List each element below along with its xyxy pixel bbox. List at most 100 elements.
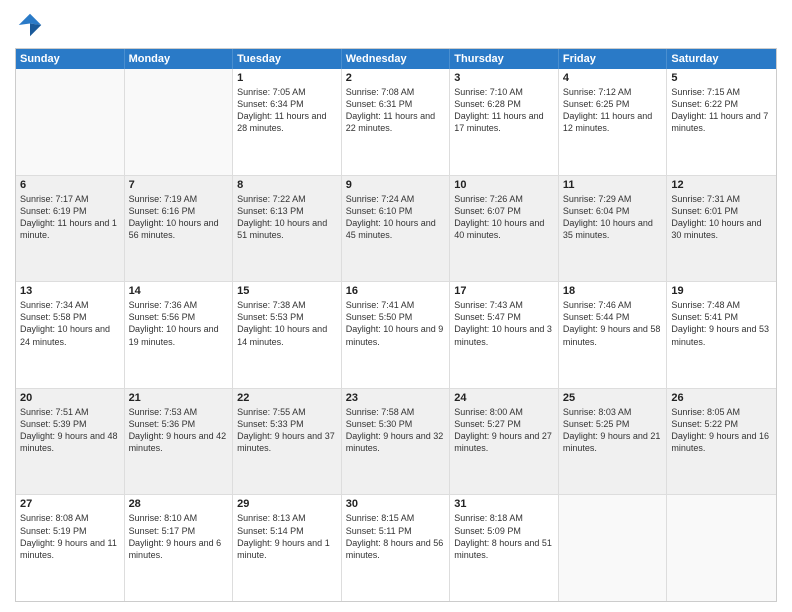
cell-info: Sunrise: 7:19 AMSunset: 6:16 PMDaylight:… <box>129 193 229 242</box>
day-number: 23 <box>346 392 446 404</box>
day-number: 7 <box>129 179 229 191</box>
cell-info: Sunrise: 7:36 AMSunset: 5:56 PMDaylight:… <box>129 299 229 348</box>
day-cell-15: 15 Sunrise: 7:38 AMSunset: 5:53 PMDayligh… <box>233 282 342 388</box>
day-cell-20: 20 Sunrise: 7:51 AMSunset: 5:39 PMDayligh… <box>16 389 125 495</box>
calendar-row-3: 20 Sunrise: 7:51 AMSunset: 5:39 PMDayligh… <box>16 388 776 495</box>
day-number: 27 <box>20 498 120 510</box>
weekday-header-friday: Friday <box>559 49 668 69</box>
calendar-row-1: 6 Sunrise: 7:17 AMSunset: 6:19 PMDaylight… <box>16 175 776 282</box>
cell-info: Sunrise: 7:29 AMSunset: 6:04 PMDaylight:… <box>563 193 663 242</box>
logo-icon <box>15 10 45 40</box>
day-cell-11: 11 Sunrise: 7:29 AMSunset: 6:04 PMDayligh… <box>559 176 668 282</box>
calendar: SundayMondayTuesdayWednesdayThursdayFrid… <box>15 48 777 602</box>
day-cell-30: 30Sunrise: 8:15 AMSunset: 5:11 PMDayligh… <box>342 495 451 601</box>
day-cell-7: 7 Sunrise: 7:19 AMSunset: 6:16 PMDaylight… <box>125 176 234 282</box>
cell-info: Sunrise: 7:41 AMSunset: 5:50 PMDaylight:… <box>346 299 446 348</box>
cell-info: Sunrise: 7:05 AMSunset: 6:34 PMDaylight:… <box>237 86 337 135</box>
day-cell-29: 29Sunrise: 8:13 AMSunset: 5:14 PMDayligh… <box>233 495 342 601</box>
weekday-header-sunday: Sunday <box>16 49 125 69</box>
day-cell-16: 16 Sunrise: 7:41 AMSunset: 5:50 PMDayligh… <box>342 282 451 388</box>
day-cell-12: 12 Sunrise: 7:31 AMSunset: 6:01 PMDayligh… <box>667 176 776 282</box>
page: SundayMondayTuesdayWednesdayThursdayFrid… <box>0 0 792 612</box>
empty-cell <box>125 69 234 175</box>
cell-info: Sunrise: 7:17 AMSunset: 6:19 PMDaylight:… <box>20 193 120 242</box>
cell-info: Sunrise: 7:22 AMSunset: 6:13 PMDaylight:… <box>237 193 337 242</box>
weekday-header-saturday: Saturday <box>667 49 776 69</box>
empty-cell <box>16 69 125 175</box>
calendar-row-0: 1 Sunrise: 7:05 AMSunset: 6:34 PMDaylight… <box>16 69 776 175</box>
day-number: 4 <box>563 72 663 84</box>
day-cell-5: 5 Sunrise: 7:15 AMSunset: 6:22 PMDaylight… <box>667 69 776 175</box>
cell-info: Sunrise: 8:05 AMSunset: 5:22 PMDaylight:… <box>671 406 772 455</box>
day-number: 17 <box>454 285 554 297</box>
day-number: 1 <box>237 72 337 84</box>
cell-info: Sunrise: 7:43 AMSunset: 5:47 PMDaylight:… <box>454 299 554 348</box>
day-number: 29 <box>237 498 337 510</box>
day-number: 18 <box>563 285 663 297</box>
cell-info: Sunrise: 7:31 AMSunset: 6:01 PMDaylight:… <box>671 193 772 242</box>
cell-info: Sunrise: 7:48 AMSunset: 5:41 PMDaylight:… <box>671 299 772 348</box>
cell-info: Sunrise: 7:34 AMSunset: 5:58 PMDaylight:… <box>20 299 120 348</box>
calendar-header: SundayMondayTuesdayWednesdayThursdayFrid… <box>16 49 776 69</box>
day-cell-21: 21Sunrise: 7:53 AMSunset: 5:36 PMDayligh… <box>125 389 234 495</box>
day-cell-27: 27 Sunrise: 8:08 AMSunset: 5:19 PMDayligh… <box>16 495 125 601</box>
day-number: 31 <box>454 498 554 510</box>
cell-info: Sunrise: 7:24 AMSunset: 6:10 PMDaylight:… <box>346 193 446 242</box>
day-cell-13: 13Sunrise: 7:34 AMSunset: 5:58 PMDayligh… <box>16 282 125 388</box>
day-cell-10: 10Sunrise: 7:26 AMSunset: 6:07 PMDayligh… <box>450 176 559 282</box>
day-number: 5 <box>671 72 772 84</box>
day-number: 20 <box>20 392 120 404</box>
empty-cell <box>559 495 668 601</box>
day-cell-19: 19 Sunrise: 7:48 AMSunset: 5:41 PMDayligh… <box>667 282 776 388</box>
cell-info: Sunrise: 7:12 AMSunset: 6:25 PMDaylight:… <box>563 86 663 135</box>
day-cell-24: 24Sunrise: 8:00 AMSunset: 5:27 PMDayligh… <box>450 389 559 495</box>
calendar-row-2: 13Sunrise: 7:34 AMSunset: 5:58 PMDayligh… <box>16 281 776 388</box>
day-number: 25 <box>563 392 663 404</box>
day-number: 19 <box>671 285 772 297</box>
cell-info: Sunrise: 7:38 AMSunset: 5:53 PMDaylight:… <box>237 299 337 348</box>
day-number: 28 <box>129 498 229 510</box>
cell-info: Sunrise: 7:46 AMSunset: 5:44 PMDaylight:… <box>563 299 663 348</box>
day-cell-6: 6 Sunrise: 7:17 AMSunset: 6:19 PMDaylight… <box>16 176 125 282</box>
day-number: 30 <box>346 498 446 510</box>
weekday-header-wednesday: Wednesday <box>342 49 451 69</box>
day-number: 24 <box>454 392 554 404</box>
cell-info: Sunrise: 7:53 AMSunset: 5:36 PMDaylight:… <box>129 406 229 455</box>
cell-info: Sunrise: 7:51 AMSunset: 5:39 PMDaylight:… <box>20 406 120 455</box>
day-cell-17: 17 Sunrise: 7:43 AMSunset: 5:47 PMDayligh… <box>450 282 559 388</box>
day-cell-4: 4 Sunrise: 7:12 AMSunset: 6:25 PMDaylight… <box>559 69 668 175</box>
cell-info: Sunrise: 8:08 AMSunset: 5:19 PMDaylight:… <box>20 512 120 561</box>
day-number: 10 <box>454 179 554 191</box>
weekday-header-monday: Monday <box>125 49 234 69</box>
day-number: 15 <box>237 285 337 297</box>
day-number: 8 <box>237 179 337 191</box>
cell-info: Sunrise: 7:15 AMSunset: 6:22 PMDaylight:… <box>671 86 772 135</box>
day-number: 11 <box>563 179 663 191</box>
day-cell-22: 22Sunrise: 7:55 AMSunset: 5:33 PMDayligh… <box>233 389 342 495</box>
calendar-body: 1 Sunrise: 7:05 AMSunset: 6:34 PMDaylight… <box>16 69 776 601</box>
day-cell-9: 9 Sunrise: 7:24 AMSunset: 6:10 PMDaylight… <box>342 176 451 282</box>
empty-cell <box>667 495 776 601</box>
day-number: 2 <box>346 72 446 84</box>
day-number: 6 <box>20 179 120 191</box>
header <box>15 10 777 40</box>
cell-info: Sunrise: 7:08 AMSunset: 6:31 PMDaylight:… <box>346 86 446 135</box>
day-number: 14 <box>129 285 229 297</box>
cell-info: Sunrise: 8:03 AMSunset: 5:25 PMDaylight:… <box>563 406 663 455</box>
day-cell-31: 31 Sunrise: 8:18 AMSunset: 5:09 PMDayligh… <box>450 495 559 601</box>
day-number: 3 <box>454 72 554 84</box>
cell-info: Sunrise: 8:18 AMSunset: 5:09 PMDaylight:… <box>454 512 554 561</box>
weekday-header-tuesday: Tuesday <box>233 49 342 69</box>
day-cell-23: 23Sunrise: 7:58 AMSunset: 5:30 PMDayligh… <box>342 389 451 495</box>
day-cell-26: 26 Sunrise: 8:05 AMSunset: 5:22 PMDayligh… <box>667 389 776 495</box>
cell-info: Sunrise: 7:55 AMSunset: 5:33 PMDaylight:… <box>237 406 337 455</box>
calendar-row-4: 27 Sunrise: 8:08 AMSunset: 5:19 PMDayligh… <box>16 494 776 601</box>
day-cell-8: 8 Sunrise: 7:22 AMSunset: 6:13 PMDaylight… <box>233 176 342 282</box>
day-number: 9 <box>346 179 446 191</box>
day-cell-18: 18 Sunrise: 7:46 AMSunset: 5:44 PMDayligh… <box>559 282 668 388</box>
day-number: 12 <box>671 179 772 191</box>
day-number: 16 <box>346 285 446 297</box>
logo <box>15 10 49 40</box>
day-number: 26 <box>671 392 772 404</box>
cell-info: Sunrise: 8:10 AMSunset: 5:17 PMDaylight:… <box>129 512 229 561</box>
